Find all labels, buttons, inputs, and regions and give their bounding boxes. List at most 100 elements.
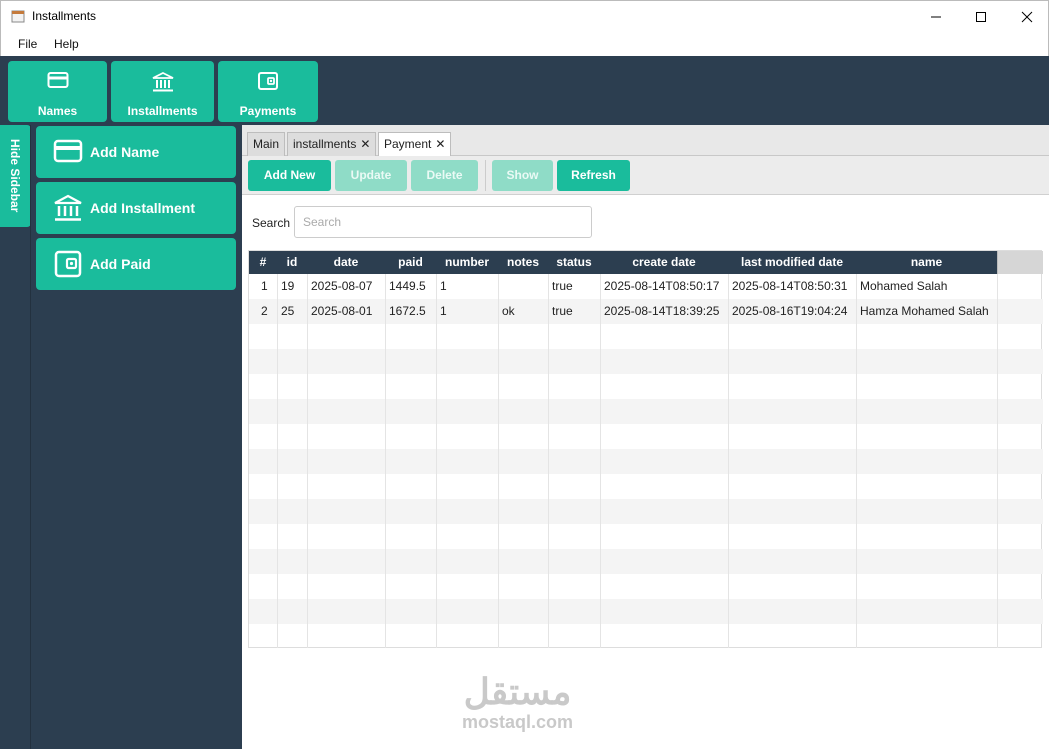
empty-row xyxy=(249,524,1043,549)
close-tab-icon[interactable]: ✕ xyxy=(435,137,445,151)
cell-notes: ok xyxy=(502,304,515,318)
minimize-button[interactable] xyxy=(913,1,959,32)
add-new-button[interactable]: Add New xyxy=(248,160,331,191)
menu-help[interactable]: Help xyxy=(54,37,79,51)
cell-last-modified-date: 2025-08-14T08:50:31 xyxy=(732,279,848,293)
add-name-button[interactable]: Add Name xyxy=(36,126,236,178)
search-label: Search xyxy=(252,216,291,230)
close-icon xyxy=(1021,11,1033,22)
cell-name: Hamza Mohamed Salah xyxy=(860,304,989,318)
tab-bar: Main installments ✕ Payment ✕ xyxy=(242,125,1049,157)
maximize-icon xyxy=(976,11,986,22)
minimize-icon xyxy=(931,16,941,17)
nav-names-label: Names xyxy=(37,104,78,118)
empty-row xyxy=(249,399,1043,424)
cell-number: 1 xyxy=(440,279,447,293)
cell-last-modified-date: 2025-08-16T19:04:24 xyxy=(732,304,848,318)
empty-row xyxy=(249,499,1043,524)
cell-status: true xyxy=(552,304,573,318)
col-header-paid[interactable]: paid xyxy=(385,251,436,274)
tab-installments-label: installments xyxy=(293,137,357,151)
cell-index: 2 xyxy=(261,304,268,318)
table-row[interactable]: 1 19 2025-08-07 1449.5 1 true 2025-08-14… xyxy=(249,274,1043,299)
col-header-create-date[interactable]: create date xyxy=(600,251,728,274)
payments-table: # id date paid number notes status creat… xyxy=(248,250,1043,648)
table-row[interactable]: 2 25 2025-08-01 1672.5 1 ok true 2025-08… xyxy=(249,299,1043,324)
hide-sidebar-label: Hide Sidebar xyxy=(8,139,22,213)
col-header-number[interactable]: number xyxy=(436,251,498,274)
column-divider xyxy=(436,274,437,648)
window-title: Installments xyxy=(32,9,97,23)
credit-card-icon xyxy=(47,72,68,88)
column-divider xyxy=(498,274,499,648)
col-header-id[interactable]: id xyxy=(277,251,307,274)
add-paid-label: Add Paid xyxy=(90,256,151,272)
toolbar-separator xyxy=(485,160,486,191)
update-button[interactable]: Update xyxy=(335,160,407,191)
header-filler xyxy=(997,251,1043,274)
tab-main-label: Main xyxy=(253,137,280,151)
column-divider xyxy=(385,274,386,648)
nav-installments-button[interactable]: Installments xyxy=(111,61,214,122)
hide-sidebar-button[interactable]: Hide Sidebar xyxy=(0,125,31,227)
wallet-icon xyxy=(258,72,278,90)
nav-names-button[interactable]: Names xyxy=(8,61,107,122)
cell-paid: 1672.5 xyxy=(389,304,426,318)
tab-installments[interactable]: installments ✕ xyxy=(287,132,377,156)
add-paid-button[interactable]: Add Paid xyxy=(36,238,236,290)
toolbar: Add New Update Delete Show Refresh xyxy=(242,156,1049,195)
delete-button[interactable]: Delete xyxy=(411,160,478,191)
sidebar-divider xyxy=(30,125,31,749)
maximize-button[interactable] xyxy=(958,1,1004,32)
bank-icon xyxy=(152,71,173,92)
col-header-date[interactable]: date xyxy=(307,251,385,274)
tab-main[interactable]: Main xyxy=(247,132,286,156)
menu-bar: File Help xyxy=(0,32,1049,56)
credit-card-icon xyxy=(53,139,83,163)
empty-row xyxy=(249,574,1043,599)
column-divider xyxy=(728,274,729,648)
empty-row xyxy=(249,474,1043,499)
table-header: # id date paid number notes status creat… xyxy=(249,251,1043,274)
add-installment-button[interactable]: Add Installment xyxy=(36,182,236,234)
add-installment-label: Add Installment xyxy=(90,200,196,216)
column-divider xyxy=(307,274,308,648)
nav-payments-button[interactable]: Payments xyxy=(218,61,318,122)
cell-date: 2025-08-01 xyxy=(311,304,373,318)
col-header-name[interactable]: name xyxy=(856,251,997,274)
column-divider xyxy=(277,274,278,648)
top-navigation: Names Installments Payments xyxy=(0,56,1049,125)
cell-id: 25 xyxy=(281,304,295,318)
tab-payment-label: Payment xyxy=(384,137,432,151)
col-header-index[interactable]: # xyxy=(249,251,277,274)
empty-row xyxy=(249,624,1043,648)
col-header-status[interactable]: status xyxy=(548,251,600,274)
cell-number: 1 xyxy=(440,304,447,318)
watermark-arabic: مستقل xyxy=(463,671,572,712)
add-name-label: Add Name xyxy=(90,144,160,160)
close-button[interactable] xyxy=(1004,1,1049,32)
title-bar: Installments xyxy=(0,0,1049,32)
col-header-last-modified-date[interactable]: last modified date xyxy=(728,251,856,274)
close-tab-icon[interactable]: ✕ xyxy=(360,137,370,151)
refresh-button[interactable]: Refresh xyxy=(557,160,630,191)
column-divider xyxy=(997,274,998,648)
col-header-notes[interactable]: notes xyxy=(498,251,548,274)
watermark: مستقل mostaql.com xyxy=(462,674,573,733)
watermark-latin: mostaql.com xyxy=(462,712,574,732)
menu-file[interactable]: File xyxy=(18,37,37,51)
nav-payments-label: Payments xyxy=(239,104,297,118)
tab-payment[interactable]: Payment ✕ xyxy=(378,132,452,157)
column-divider xyxy=(856,274,857,648)
content-pane: Main installments ✕ Payment ✕ Add New Upda… xyxy=(242,125,1049,749)
wallet-icon xyxy=(54,250,82,278)
app-icon xyxy=(11,10,25,23)
cell-index: 1 xyxy=(261,279,268,293)
empty-row xyxy=(249,549,1043,574)
search-input[interactable] xyxy=(294,206,592,238)
column-divider xyxy=(548,274,549,648)
cell-id: 19 xyxy=(281,279,295,293)
show-button[interactable]: Show xyxy=(492,160,553,191)
empty-row xyxy=(249,324,1043,349)
empty-row xyxy=(249,349,1043,374)
